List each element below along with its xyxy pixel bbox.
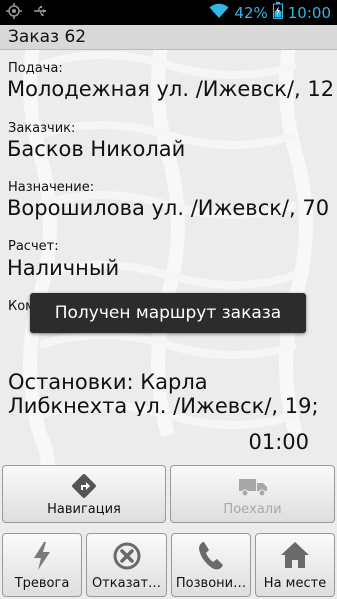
on-site-button[interactable]: На месте — [255, 533, 335, 597]
navigation-button[interactable]: Навигация — [2, 465, 166, 523]
pickup-value: Молодежная ул. /Ижевск/, 12 — [7, 77, 335, 101]
battery-icon — [272, 2, 283, 23]
toast-text: Получен маршрут заказа — [54, 303, 282, 323]
phone-icon — [196, 540, 226, 576]
truck-icon — [238, 477, 268, 501]
navigation-label: Навигация — [47, 502, 121, 517]
payment-value: Наличный — [7, 256, 120, 280]
stops-text: Остановки: Карла Либкнехта ул. /Ижевск/,… — [8, 370, 319, 416]
call-label: Позвони… — [175, 576, 247, 591]
customer-label: Заказчик: — [8, 121, 76, 136]
payment-label: Расчет: — [8, 239, 59, 254]
toast-message: Получен маршрут заказа — [30, 293, 306, 333]
order-title-bar: Заказ 62 — [0, 25, 337, 50]
alarm-button[interactable]: Тревога — [2, 533, 82, 597]
alarm-label: Тревога — [14, 576, 70, 591]
gps-icon — [6, 3, 22, 23]
battery-percent: 42% — [234, 3, 268, 22]
destination-label: Назначение: — [8, 180, 95, 195]
status-bar: 42% 10:00 — [0, 0, 337, 25]
usb-icon — [32, 3, 48, 23]
navigation-icon — [71, 473, 97, 503]
order-screen: Заказ 62 Подача: Молодежная ул. /Ижевск/… — [0, 25, 337, 599]
order-title: Заказ 62 — [8, 27, 87, 47]
clock: 10:00 — [287, 3, 331, 22]
order-timer: 01:00 — [248, 430, 309, 454]
home-icon — [279, 540, 311, 574]
go-label: Поехали — [223, 502, 282, 517]
go-button[interactable]: Поехали — [170, 465, 335, 523]
refuse-button[interactable]: Отказат… — [86, 533, 167, 597]
call-button[interactable]: Позвони… — [171, 533, 251, 597]
wifi-icon — [209, 3, 229, 23]
pickup-label: Подача: — [8, 61, 63, 76]
destination-value: Ворошилова ул. /Ижевск/, 70 — [7, 196, 330, 220]
cancel-icon — [112, 541, 142, 575]
on-site-label: На месте — [263, 576, 327, 591]
refuse-label: Отказат… — [91, 576, 162, 591]
customer-value: Басков Николай — [7, 137, 186, 161]
lightning-icon — [30, 541, 54, 575]
